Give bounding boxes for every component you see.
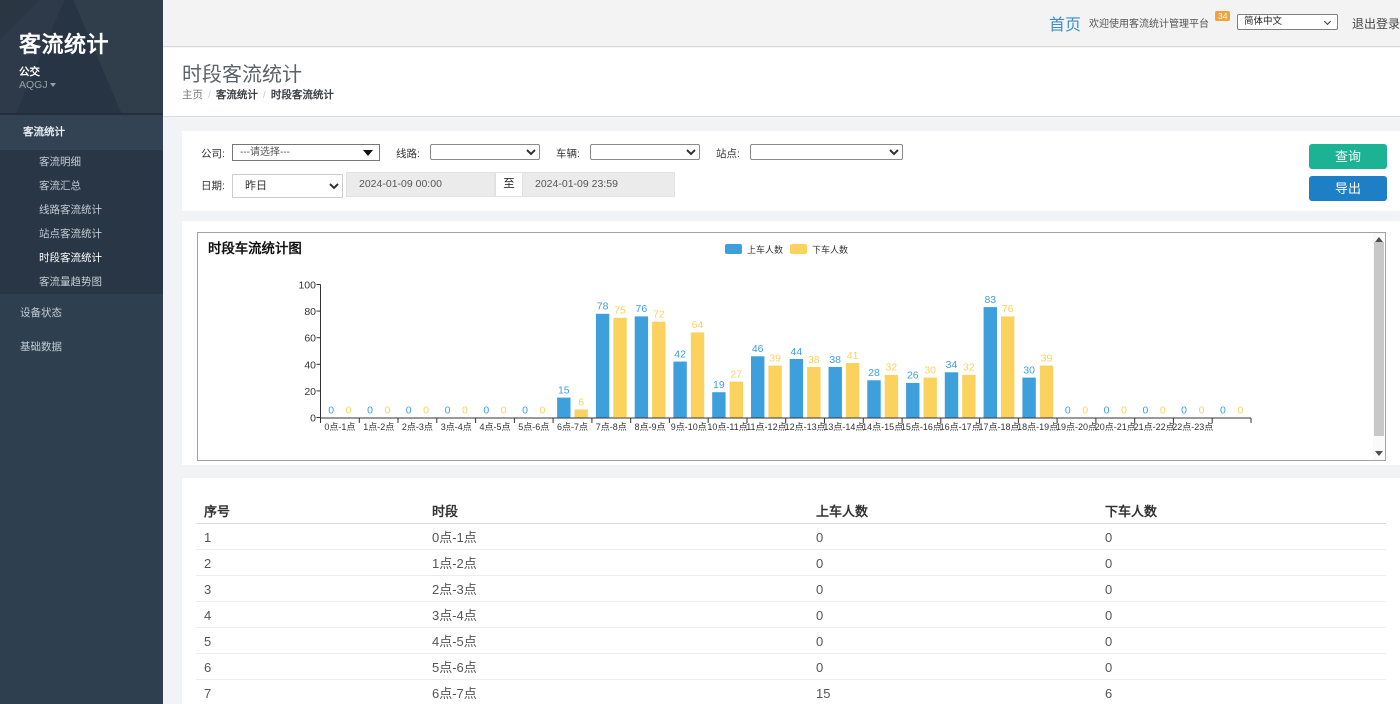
svg-text:0: 0: [1142, 404, 1148, 416]
svg-text:0: 0: [1160, 404, 1166, 416]
svg-text:83: 83: [984, 294, 996, 306]
svg-text:20点-21点: 20点-21点: [1095, 422, 1136, 432]
svg-text:1点-2点: 1点-2点: [363, 422, 394, 432]
svg-text:18点-19点: 18点-19点: [1017, 422, 1058, 432]
svg-text:时段车流统计图: 时段车流统计图: [208, 240, 302, 256]
svg-text:0: 0: [406, 404, 412, 416]
svg-text:0: 0: [1104, 404, 1110, 416]
svg-text:76: 76: [1002, 303, 1014, 315]
svg-text:上车人数: 上车人数: [747, 244, 783, 255]
svg-text:5点-6点: 5点-6点: [518, 422, 549, 432]
svg-text:0: 0: [522, 404, 528, 416]
svg-text:39: 39: [769, 352, 781, 364]
svg-text:32: 32: [886, 362, 898, 374]
svg-text:0: 0: [1082, 404, 1088, 416]
svg-text:60: 60: [304, 333, 316, 345]
svg-text:16点-17点: 16点-17点: [940, 422, 981, 432]
svg-text:0: 0: [483, 404, 489, 416]
svg-text:19: 19: [713, 379, 725, 391]
svg-text:41: 41: [847, 350, 859, 362]
svg-text:13点-14点: 13点-14点: [823, 422, 864, 432]
svg-text:下车人数: 下车人数: [812, 244, 848, 255]
svg-text:0: 0: [445, 404, 451, 416]
svg-text:64: 64: [692, 319, 704, 331]
svg-text:21点-22点: 21点-22点: [1134, 422, 1175, 432]
svg-text:0: 0: [1065, 404, 1071, 416]
svg-text:0: 0: [1199, 404, 1205, 416]
svg-text:11点-12点: 11点-12点: [746, 422, 786, 432]
svg-text:22点-23点: 22点-23点: [1172, 422, 1213, 432]
svg-text:0: 0: [1237, 404, 1243, 416]
svg-text:40: 40: [304, 359, 316, 371]
svg-text:27: 27: [730, 368, 742, 380]
svg-text:0: 0: [1121, 404, 1127, 416]
svg-text:17点-18点: 17点-18点: [978, 422, 1019, 432]
svg-text:2点-3点: 2点-3点: [402, 422, 433, 432]
svg-text:0: 0: [310, 413, 316, 425]
svg-text:75: 75: [614, 305, 626, 317]
svg-text:32: 32: [963, 362, 975, 374]
svg-text:14点-15点: 14点-15点: [862, 422, 903, 432]
svg-text:3点-4点: 3点-4点: [441, 422, 472, 432]
svg-text:39: 39: [1041, 352, 1053, 364]
svg-text:0: 0: [346, 404, 352, 416]
svg-text:7点-8点: 7点-8点: [596, 422, 627, 432]
svg-text:72: 72: [653, 309, 665, 321]
svg-text:0点-1点: 0点-1点: [324, 422, 355, 432]
svg-text:19点-20点: 19点-20点: [1056, 422, 1097, 432]
svg-text:12点-13点: 12点-13点: [785, 422, 826, 432]
svg-text:0: 0: [539, 404, 545, 416]
svg-text:20: 20: [304, 386, 316, 398]
svg-text:10点-11点: 10点-11点: [707, 422, 747, 432]
svg-text:44: 44: [791, 346, 803, 358]
svg-text:30: 30: [924, 364, 936, 376]
svg-text:38: 38: [829, 354, 841, 366]
svg-text:0: 0: [328, 404, 334, 416]
svg-text:46: 46: [752, 343, 764, 355]
svg-text:0: 0: [423, 404, 429, 416]
svg-text:6: 6: [578, 396, 584, 408]
svg-text:0: 0: [367, 404, 373, 416]
svg-text:0: 0: [384, 404, 390, 416]
svg-text:78: 78: [597, 301, 609, 313]
svg-text:6点-7点: 6点-7点: [557, 422, 588, 432]
svg-text:15点-16点: 15点-16点: [901, 422, 942, 432]
svg-text:42: 42: [674, 348, 686, 360]
svg-text:100: 100: [298, 280, 316, 292]
svg-text:26: 26: [907, 370, 919, 382]
svg-text:76: 76: [636, 303, 648, 315]
svg-text:15: 15: [558, 384, 570, 396]
svg-text:34: 34: [946, 359, 958, 371]
svg-text:0: 0: [501, 404, 507, 416]
svg-text:0: 0: [1181, 404, 1187, 416]
svg-text:28: 28: [868, 367, 880, 379]
svg-text:4点-5点: 4点-5点: [479, 422, 510, 432]
svg-text:9点-10点: 9点-10点: [671, 422, 707, 432]
svg-text:30: 30: [1023, 364, 1035, 376]
svg-text:8点-9点: 8点-9点: [634, 422, 665, 432]
svg-text:80: 80: [304, 306, 316, 318]
svg-text:38: 38: [808, 354, 820, 366]
svg-text:0: 0: [462, 404, 468, 416]
svg-text:0: 0: [1220, 404, 1226, 416]
